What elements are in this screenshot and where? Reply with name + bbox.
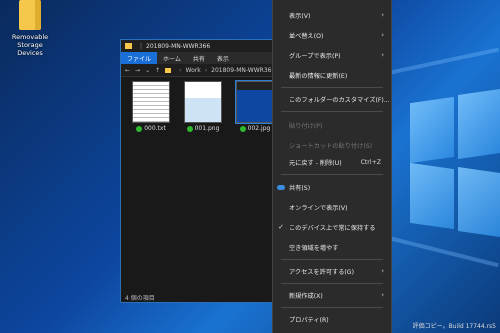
cloud-icon xyxy=(277,184,285,190)
shortcut-label: Ctrl+Z xyxy=(360,158,381,166)
desktop-icon-label: Removable Storage Devices xyxy=(11,33,49,57)
image-thumbnail xyxy=(235,80,275,124)
wallpaper-ray xyxy=(391,236,499,268)
tab-file[interactable]: ファイル xyxy=(121,52,158,64)
window-title: 201809-MN-WWR366 xyxy=(146,42,211,50)
folder-icon xyxy=(165,67,172,73)
file-item[interactable]: 000.txt xyxy=(131,81,171,132)
address-bar: ← → ⌄ ↑ › Work › 201809-MN-WWR366 xyxy=(121,64,281,77)
tab-view[interactable]: 表示 xyxy=(211,52,235,64)
wallpaper-logo-pane xyxy=(458,89,500,159)
sync-ok-icon xyxy=(186,125,193,132)
menu-item-group[interactable]: グループで表示(P) › xyxy=(273,48,391,62)
file-item[interactable]: 001.png xyxy=(183,81,223,132)
desktop: Removable Storage Devices | 201809-MN-WW… xyxy=(0,0,500,333)
wallpaper-logo-pane xyxy=(410,96,454,164)
title-bar[interactable]: | 201809-MN-WWR366 xyxy=(121,40,281,52)
recent-dropdown-icon[interactable]: ⌄ xyxy=(145,67,150,74)
file-name-label: 002.jpg xyxy=(247,125,271,132)
file-name: 000.txt xyxy=(131,125,171,132)
ribbon: ファイル ホーム 共有 表示 xyxy=(121,52,281,64)
tab-share[interactable]: 共有 xyxy=(187,52,211,64)
menu-item-view-online[interactable]: オンラインで表示(V) xyxy=(273,200,391,214)
context-menu: 表示(V) › 並べ替え(O) › グループで表示(P) › 最新の情報に更新(… xyxy=(272,0,392,333)
file-name-label: 000.txt xyxy=(144,125,166,132)
menu-separator xyxy=(281,87,383,88)
menu-item-paste: 貼り付け(P) xyxy=(289,122,323,130)
menu-separator xyxy=(281,283,383,284)
up-arrow-icon[interactable]: ↑ xyxy=(155,67,160,74)
text-document-thumbnail xyxy=(132,81,170,123)
wallpaper-logo-pane xyxy=(458,167,500,237)
menu-item-view[interactable]: 表示(V) › xyxy=(273,8,391,22)
file-name: 002.jpg xyxy=(235,125,275,132)
image-thumbnail xyxy=(184,81,222,123)
chevron-right-icon: › xyxy=(381,31,384,39)
menu-separator xyxy=(281,111,383,112)
sync-ok-icon xyxy=(239,125,246,132)
menu-item-sort[interactable]: 並べ替え(O) › xyxy=(273,28,391,42)
menu-item-new[interactable]: 新規作成(X) › xyxy=(273,288,391,302)
tab-home[interactable]: ホーム xyxy=(157,52,187,64)
explorer-window[interactable]: | 201809-MN-WWR366 ファイル ホーム 共有 表示 ← → ⌄ … xyxy=(120,39,282,303)
menu-separator xyxy=(281,307,383,308)
file-name: 001.png xyxy=(183,125,223,132)
menu-separator xyxy=(281,174,383,175)
menu-item-properties[interactable]: プロパティ(R) xyxy=(273,312,391,326)
chevron-right-icon: › xyxy=(179,66,182,74)
folder-icon xyxy=(125,43,132,49)
forward-arrow-icon[interactable]: → xyxy=(135,67,140,74)
back-arrow-icon[interactable]: ← xyxy=(125,67,130,74)
status-bar: 4 個の項目 xyxy=(121,292,281,302)
menu-item-share[interactable]: 共有(S) xyxy=(273,180,391,194)
menu-item-refresh[interactable]: 最新の情報に更新(E) xyxy=(273,68,391,82)
menu-item-paste-shortcut: ショートカットの貼り付け(S) xyxy=(289,142,373,150)
chevron-right-icon: › xyxy=(381,267,384,275)
title-separator: | xyxy=(140,42,143,50)
breadcrumb-work[interactable]: Work xyxy=(186,67,201,74)
item-count: 4 個の項目 xyxy=(125,294,155,302)
chevron-right-icon: › xyxy=(381,11,384,19)
menu-item-free-space[interactable]: 空き領域を増やす xyxy=(273,240,391,254)
file-list: 000.txt 001.png 002.jpg xyxy=(121,77,281,267)
wallpaper-logo-pane xyxy=(410,162,454,230)
chevron-right-icon: › xyxy=(204,66,208,74)
breadcrumb-folder[interactable]: 201809-MN-WWR366 xyxy=(211,67,275,74)
chevron-right-icon: › xyxy=(381,291,384,299)
sync-ok-icon xyxy=(136,125,143,132)
menu-item-customize[interactable]: このフォルダーのカスタマイズ(F)... xyxy=(273,92,391,106)
build-watermark: 評価コピー。Build 17744.rs5 xyxy=(412,323,496,330)
folder-icon xyxy=(19,0,41,30)
menu-item-undo-delete[interactable]: 元に戻す - 削除(U) Ctrl+Z xyxy=(273,155,391,169)
wallpaper-ray xyxy=(380,47,500,77)
file-name-label: 001.png xyxy=(194,125,220,132)
menu-separator xyxy=(281,259,383,260)
check-icon: ✓ xyxy=(278,223,284,231)
file-item[interactable]: 002.jpg xyxy=(235,80,275,132)
chevron-right-icon: › xyxy=(381,51,384,59)
menu-item-give-access[interactable]: アクセスを許可する(G) › xyxy=(273,264,391,278)
menu-item-always-keep[interactable]: ✓ このデバイス上で常に保持する xyxy=(273,220,391,234)
desktop-icon-removable-storage[interactable]: Removable Storage Devices xyxy=(4,0,56,57)
